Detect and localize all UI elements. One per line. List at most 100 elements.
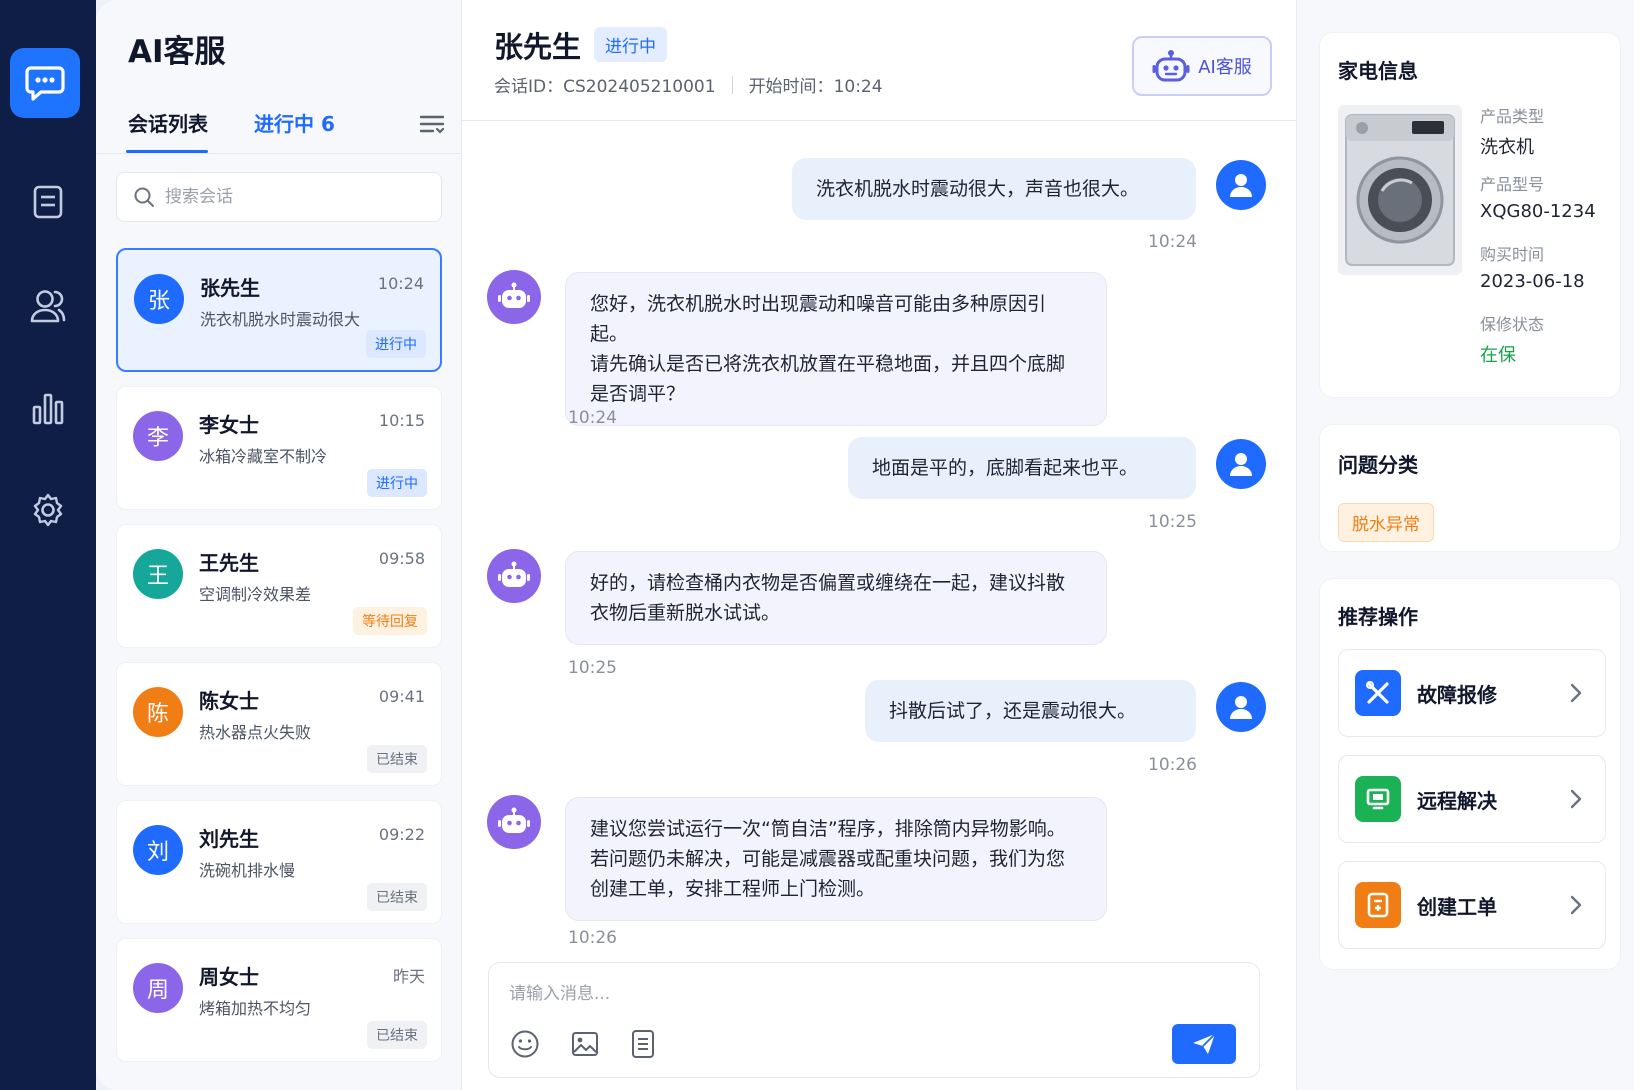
conversation-preview: 烤箱加热不均匀	[199, 999, 312, 1018]
session-id-value: CS202405210001	[563, 77, 716, 97]
rail-stats-button[interactable]	[22, 382, 74, 434]
message-line: 请先确认是否已将洗衣机放置在平稳地面，并且四个底脚	[590, 353, 1066, 375]
chat-divider	[462, 120, 1297, 121]
conversation-time: 昨天	[392, 967, 425, 986]
file-button[interactable]	[627, 1028, 659, 1060]
conversation-preview: 冰箱冷藏室不制冷	[199, 447, 328, 466]
document-icon	[33, 185, 63, 219]
conversation-item[interactable]: 张张先生 10:24 洗衣机脱水时震动很大 进行中	[116, 248, 442, 372]
start-time-value: 10:24	[833, 77, 883, 97]
rail-document-button[interactable]	[22, 176, 74, 228]
action-item[interactable]: 故障报修	[1338, 649, 1606, 737]
chevron-right-icon	[1569, 682, 1583, 708]
send-button[interactable]	[1172, 1024, 1236, 1064]
nav-rail	[0, 0, 96, 1090]
conversation-preview: 空调制冷效果差	[199, 585, 312, 604]
actions-card: 推荐操作 故障报修远程解决创建工单	[1319, 578, 1621, 970]
rail-chat-button[interactable]	[10, 48, 80, 118]
conversation-time: 09:41	[378, 687, 425, 706]
appliance-card: 家电信息 产品类型 洗衣机 产品型号 XQG80-1234 购买时间 2023-…	[1319, 32, 1621, 398]
chat-panel: 张先生 进行中 会话ID：CS202405210001 开始时间：10:24 A…	[462, 0, 1297, 1090]
start-time-label: 开始时间：	[748, 77, 834, 97]
robot-icon	[498, 807, 530, 833]
conversation-name: 周女士	[199, 965, 259, 989]
user-message: 洗衣机脱水时震动很大，声音也很大。	[792, 158, 1196, 220]
message-time: 10:24	[568, 408, 617, 428]
product-type-label: 产品类型	[1480, 107, 1545, 126]
tab-conversations[interactable]: 会话列表	[128, 108, 208, 137]
bot-message: 建议您尝试运行一次“筒自洁”程序，排除筒内异物影响。 若问题仍未解决，可能是减震器…	[565, 797, 1107, 921]
conversation-item[interactable]: 陈陈女士 09:41 热水器点火失败 已结束	[116, 662, 442, 786]
message-time: 10:24	[1148, 232, 1197, 252]
conversation-item[interactable]: 周周女士 昨天烤箱加热不均匀已结束	[116, 938, 442, 1062]
session-id-label: 会话ID：	[494, 77, 564, 97]
conversation-item[interactable]: 王王先生 09:58 空调制冷效果差 等待回复	[116, 524, 442, 648]
action-item[interactable]: 远程解决	[1338, 755, 1606, 843]
message-line: 是否调平？	[590, 383, 686, 405]
file-icon	[632, 1030, 654, 1058]
action-label: 远程解决	[1417, 788, 1497, 813]
rail-settings-button[interactable]	[22, 484, 74, 536]
search-icon	[134, 187, 154, 207]
action-label: 故障报修	[1417, 682, 1497, 707]
category-card: 问题分类 脱水异常	[1319, 424, 1621, 552]
conversation-item[interactable]: 李李女士 10:15 冰箱冷藏室不制冷 进行中	[116, 386, 442, 510]
send-icon	[1193, 1033, 1216, 1054]
conversation-name: 王先生	[199, 551, 259, 575]
conversation-status-badge: 进行中	[366, 330, 426, 358]
monitor-icon	[1366, 788, 1390, 810]
message-line: 创建工单，安排工程师上门检测。	[590, 878, 876, 900]
ai-button-label: AI客服	[1198, 57, 1252, 78]
message-line: 好的，请检查桶内衣物是否偏置或缠绕在一起，建议抖散	[590, 572, 1066, 594]
conversation-item[interactable]: 刘刘先生 09:22 洗碗机排水慢 已结束	[116, 800, 442, 924]
gear-icon	[33, 493, 63, 527]
app-shell: AI客服 会话列表 进行中 6 张张先生10:24洗衣机脱水时震动很大进行中李李…	[96, 0, 1634, 1090]
robot-icon	[498, 282, 530, 308]
message-line: 若问题仍未解决，可能是减震器或配重块问题，我们为您	[590, 848, 1066, 870]
issue-category-tag[interactable]: 脱水异常	[1338, 503, 1434, 542]
message-line: 建议您尝试运行一次“筒自洁”程序，排除筒内异物影响。	[590, 818, 1066, 840]
robot-icon	[498, 561, 530, 587]
conversation-status-badge: 已结束	[367, 883, 427, 911]
conversation-panel: AI客服 会话列表 进行中 6 张张先生10:24洗衣机脱水时震动很大进行中李李…	[96, 0, 462, 1090]
warranty-value: 在保	[1480, 345, 1516, 366]
purchase-date-label: 购买时间	[1480, 245, 1545, 264]
list-divider	[96, 153, 462, 154]
conversation-name: 刘先生	[199, 827, 259, 851]
action-label: 创建工单	[1417, 894, 1497, 919]
chat-meta: 会话ID：CS202405210001 开始时间：10:24	[494, 72, 883, 97]
conversation-preview: 洗碗机排水慢	[199, 861, 296, 880]
image-icon	[572, 1032, 598, 1056]
user-message: 抖散后试了，还是震动很大。	[865, 680, 1196, 742]
purchase-date-value: 2023-06-18	[1480, 271, 1585, 292]
search-box	[116, 172, 442, 222]
actions-card-title: 推荐操作	[1338, 605, 1418, 629]
filter-icon[interactable]	[418, 110, 446, 138]
conversation-name: 张先生	[200, 276, 260, 300]
user-avatar	[1216, 439, 1266, 489]
tab-active[interactable]: 进行中 6	[254, 108, 335, 137]
conversation-time: 09:58	[378, 549, 425, 568]
emoji-button[interactable]	[509, 1028, 541, 1060]
product-model-value: XQG80-1234	[1480, 201, 1596, 222]
image-button[interactable]	[569, 1028, 601, 1060]
emoji-icon	[511, 1030, 539, 1058]
conversation-status-badge: 等待回复	[353, 607, 427, 635]
conversation-name: 李女士	[199, 413, 259, 437]
search-input[interactable]	[165, 187, 425, 207]
conversation-avatar: 周	[133, 963, 183, 1013]
action-icon-box	[1355, 670, 1401, 716]
user-avatar	[1216, 160, 1266, 210]
meta-separator	[731, 75, 733, 94]
message-composer	[488, 962, 1260, 1078]
rail-users-button[interactable]	[22, 280, 74, 332]
conversation-status-badge: 已结束	[367, 1021, 427, 1049]
conversation-time: 09:22	[378, 825, 425, 844]
session-id: 会话ID：CS202405210001	[494, 72, 716, 97]
bot-avatar	[487, 270, 541, 324]
ai-assistant-button[interactable]: AI客服	[1132, 36, 1272, 96]
info-panel: 家电信息 产品类型 洗衣机 产品型号 XQG80-1234 购买时间 2023-…	[1297, 0, 1634, 1090]
action-item[interactable]: 创建工单	[1338, 861, 1606, 949]
message-line: 衣物后重新脱水试试。	[590, 602, 781, 624]
message-input[interactable]	[509, 979, 1209, 1009]
